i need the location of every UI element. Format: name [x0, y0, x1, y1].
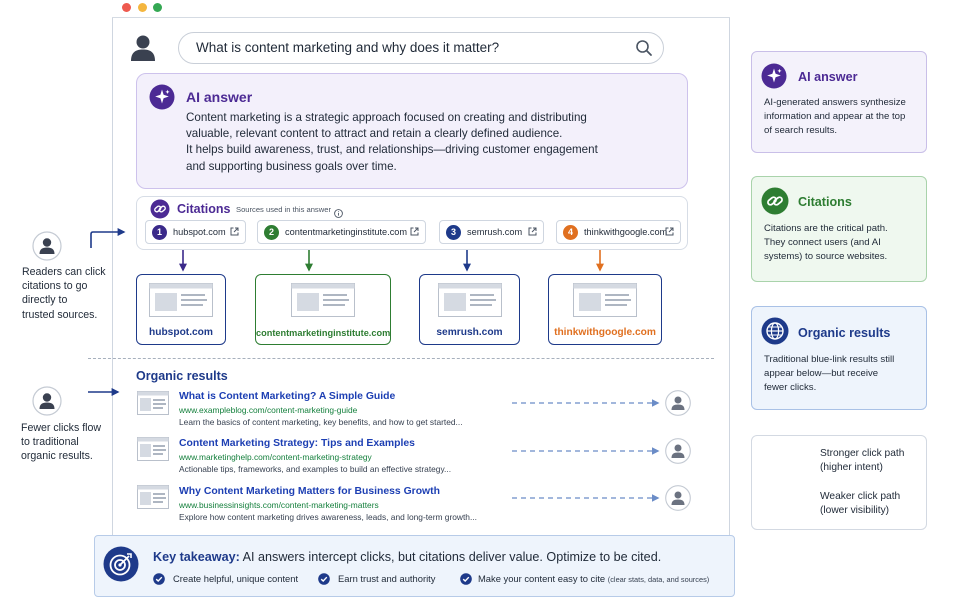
panel-line: AI-generated answers synthesize — [764, 97, 906, 108]
note-line: citations to go — [22, 280, 88, 293]
result-thumbnail-icon — [137, 437, 169, 461]
panel-line: They connect users (and AI — [764, 237, 881, 248]
reader-avatar-icon — [32, 386, 62, 421]
takeaway-item: Create helpful, unique content — [173, 573, 299, 584]
panel-body: AI-generated answers synthesize informat… — [764, 96, 906, 138]
result-url[interactable]: www.businessinsights.com/content-marketi… — [179, 500, 379, 510]
user-avatar-icon — [665, 390, 691, 416]
takeaway-item-cite: Make your content easy to cite (clear st… — [478, 573, 709, 584]
site-label: contentmarketinginstitute.com — [256, 328, 391, 338]
legend-line: Weaker click path — [820, 491, 901, 502]
panel-body: Citations are the critical path. They co… — [764, 222, 888, 264]
webpage-thumbnail-icon — [437, 283, 502, 317]
panel-line: systems) to source websites. — [764, 251, 888, 262]
globe-icon — [761, 317, 789, 345]
note-line: to traditional — [21, 436, 79, 449]
result-snippet: Explore how content marketing drives awa… — [179, 512, 477, 522]
key-takeaway-line: Key takeaway: AI answers intercept click… — [153, 550, 661, 564]
panel-line: Citations are the critical path. — [764, 223, 888, 234]
check-circle-icon — [460, 573, 472, 585]
panel-line: fewer clicks. — [764, 382, 817, 393]
section-divider — [88, 358, 714, 359]
legend-line: Stronger click path — [820, 448, 905, 459]
panel-line: Traditional blue-link results still — [764, 354, 895, 365]
sparkle-icon — [761, 63, 787, 89]
note-line: directly to — [22, 294, 68, 307]
takeaway-item: Earn trust and authority — [338, 573, 436, 584]
result-thumbnail-icon — [137, 391, 169, 415]
panel-line: information and appear at the top — [764, 111, 906, 122]
organic-results-heading: Organic results — [136, 369, 228, 383]
result-url[interactable]: www.exampleblog.com/content-marketing-gu… — [179, 405, 357, 415]
result-thumbnail-icon — [137, 485, 169, 509]
key-takeaway-label: Key takeaway: — [153, 550, 240, 564]
note-line: trusted sources. — [22, 308, 98, 321]
panel-body: Traditional blue-link results still appe… — [764, 353, 894, 395]
note-line: organic results. — [21, 450, 93, 463]
site-card-hubspot[interactable]: hubspot.com — [136, 274, 226, 345]
readers-note: Readers can click citations to go direct… — [22, 265, 106, 322]
note-line: Fewer clicks flow — [21, 422, 102, 434]
legend-strong-label: Stronger click path (higher intent) — [820, 447, 904, 475]
fewer-clicks-note: Fewer clicks flow to traditional organic… — [21, 421, 101, 464]
result-title-link[interactable]: Why Content Marketing Matters for Busine… — [179, 486, 440, 497]
legend-line: (lower visibility) — [820, 505, 890, 516]
takeaway-item: Make your content easy to cite — [478, 573, 606, 584]
reader-avatar-icon — [32, 231, 62, 266]
legend-line: (higher intent) — [820, 462, 883, 473]
site-label: semrush.com — [436, 327, 503, 338]
target-icon — [103, 546, 139, 582]
result-title-link[interactable]: Content Marketing Strategy: Tips and Exa… — [179, 438, 415, 449]
note-line: Readers can click — [22, 266, 106, 278]
user-avatar-icon — [665, 485, 691, 511]
panel-title: Citations — [798, 195, 852, 209]
site-label: thinkwithgoogle.com — [554, 327, 656, 338]
legend-weak-label: Weaker click path (lower visibility) — [820, 490, 900, 518]
webpage-thumbnail-icon — [149, 283, 213, 317]
takeaway-note: (clear stats, data, and sources) — [607, 575, 710, 584]
check-circle-icon — [318, 573, 330, 585]
panel-title: Organic results — [798, 326, 891, 340]
webpage-thumbnail-icon — [291, 283, 355, 317]
panel-title: AI answer — [798, 70, 858, 84]
check-circle-icon — [153, 573, 165, 585]
site-card-cmi[interactable]: contentmarketinginstitute.com — [255, 274, 391, 345]
user-avatar-icon — [665, 438, 691, 464]
key-takeaway-text: AI answers intercept clicks, but citatio… — [239, 550, 662, 564]
panel-line: appear below—but receive — [764, 368, 879, 379]
site-card-semrush[interactable]: semrush.com — [419, 274, 520, 345]
webpage-thumbnail-icon — [573, 283, 637, 317]
key-takeaway-card — [94, 535, 735, 597]
link-icon — [761, 187, 789, 215]
site-card-thinkwithgoogle[interactable]: thinkwithgoogle.com — [548, 274, 662, 345]
result-snippet: Actionable tips, frameworks, and example… — [179, 464, 452, 474]
result-snippet: Learn the basics of content marketing, k… — [179, 417, 463, 427]
panel-line: of search results. — [764, 125, 838, 136]
site-label: hubspot.com — [149, 327, 213, 338]
result-url[interactable]: www.marketinghelp.com/content-marketing-… — [179, 452, 372, 462]
result-title-link[interactable]: What is Content Marketing? A Simple Guid… — [179, 391, 395, 402]
